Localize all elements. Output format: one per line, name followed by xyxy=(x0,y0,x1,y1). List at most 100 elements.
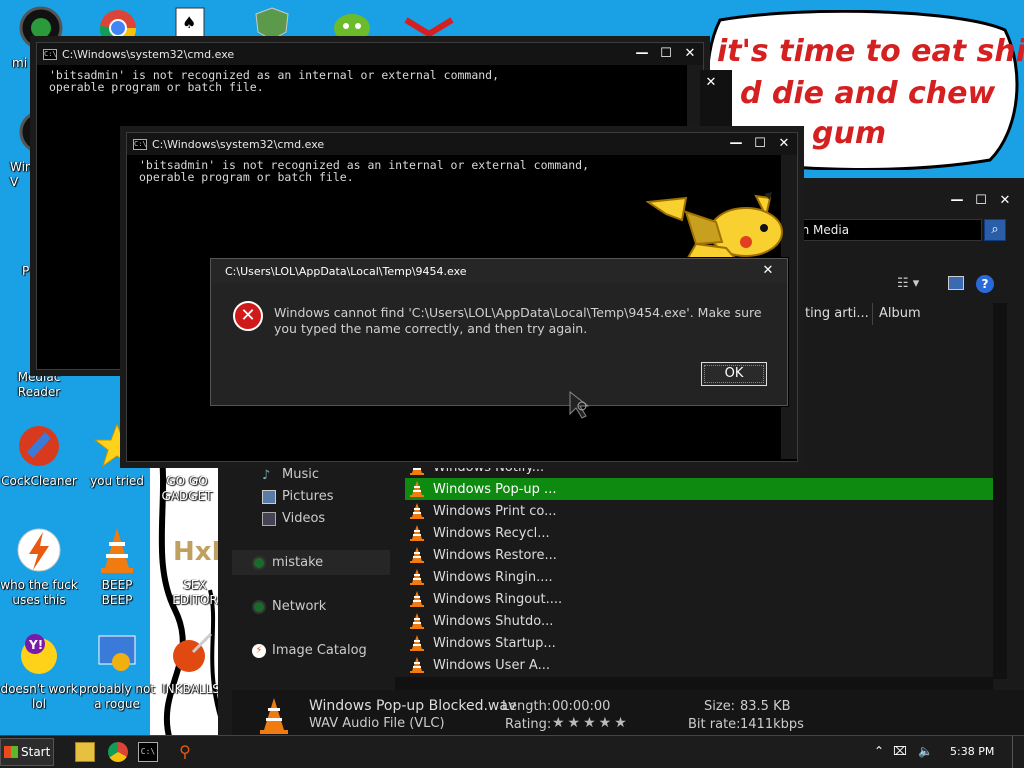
lightning-icon xyxy=(15,526,63,574)
details-pane: Windows Pop-up Blocked.wav WAV Audio Fil… xyxy=(232,690,1024,740)
vlc-cone-icon xyxy=(93,526,141,574)
cmd-titlebar[interactable]: C:\ C:\Windows\system32\cmd.exe xyxy=(37,43,703,65)
error-dialog[interactable]: C:\Users\LOL\AppData\Local\Temp\9454.exe… xyxy=(210,258,788,406)
close-button[interactable]: ✕ xyxy=(700,74,722,92)
file-name: Windows Shutdo... xyxy=(433,613,554,629)
rating-stars[interactable]: ★★★★★ xyxy=(552,715,630,731)
cmd-output: 'bitsadmin' is not recognized as an inte… xyxy=(139,158,590,184)
bubble-text-line2: d die and chew xyxy=(740,76,996,111)
nav-item-pictures[interactable]: Pictures xyxy=(262,489,333,504)
horizontal-scrollbar[interactable] xyxy=(395,677,993,690)
chrome-icon[interactable] xyxy=(108,742,128,762)
file-row[interactable]: Windows Shutdo... xyxy=(405,610,993,632)
file-name: Windows Ringin.... xyxy=(433,569,553,585)
maximize-button[interactable]: ☐ xyxy=(655,45,677,63)
desktop-icon-rogue[interactable]: probably not a rogue xyxy=(78,630,156,712)
desktop-icon-cockcleaner[interactable]: CockCleaner xyxy=(0,422,78,489)
cursor-icon xyxy=(569,390,590,419)
search-button[interactable]: ⌕ xyxy=(984,219,1006,241)
svg-text:♠: ♠ xyxy=(182,13,196,32)
file-row[interactable]: Windows Recycl... xyxy=(405,522,993,544)
desktop-icon-who-uses[interactable]: who the fuck uses this xyxy=(0,526,78,608)
maximize-button[interactable]: ☐ xyxy=(970,192,992,210)
file-name: Windows Print co... xyxy=(433,503,557,519)
nav-item-network[interactable]: Network xyxy=(252,599,326,614)
solitaire-icon[interactable]: ♠ xyxy=(172,6,208,43)
details-length: 00:00:00 xyxy=(552,699,611,714)
cmd-icon: C:\ xyxy=(133,138,147,150)
nav-item-image-catalog[interactable]: ⚡ Image Catalog xyxy=(252,643,367,658)
preview-pane-icon[interactable] xyxy=(948,276,964,290)
file-row[interactable]: Windows User A... xyxy=(405,654,993,676)
red-app-icon[interactable] xyxy=(404,6,454,43)
help-icon[interactable]: ? xyxy=(976,275,994,293)
file-row[interactable]: Windows Ringin.... xyxy=(405,566,993,588)
column-header-album[interactable]: Album xyxy=(872,303,992,325)
search-input[interactable]: ch Media xyxy=(790,219,982,241)
error-message: Windows cannot find 'C:\Users\LOL\AppDat… xyxy=(274,305,762,336)
file-row[interactable]: Windows Pop-up ... xyxy=(405,478,993,500)
vlc-cone-icon xyxy=(260,698,288,734)
ccleaner-icon xyxy=(15,422,63,470)
minimize-button[interactable]: — xyxy=(725,135,747,153)
gears-icon xyxy=(93,630,141,678)
dialog-titlebar[interactable]: C:\Users\LOL\AppData\Local\Temp\9454.exe xyxy=(211,259,787,283)
maximize-button[interactable]: ☐ xyxy=(749,135,771,153)
nav-item-music[interactable]: ♪ Music xyxy=(262,467,319,483)
ok-button[interactable]: OK xyxy=(701,362,767,386)
cmd-output: 'bitsadmin' is not recognized as an inte… xyxy=(49,68,500,94)
start-button[interactable]: Start xyxy=(0,738,54,766)
vlc-cone-icon xyxy=(410,547,424,563)
file-row[interactable]: Windows Restore... xyxy=(405,544,993,566)
show-desktop-button[interactable] xyxy=(1012,736,1024,768)
network-tray-icon[interactable]: ⌧ xyxy=(893,744,907,758)
desktop-icon-label: you tried xyxy=(90,474,144,488)
details-size: 83.5 KB xyxy=(740,699,791,714)
minimize-button[interactable]: — xyxy=(946,192,968,210)
file-row[interactable]: Windows Print co... xyxy=(405,500,993,522)
minimize-button[interactable]: — xyxy=(631,45,653,63)
nav-item-videos[interactable]: Videos xyxy=(262,511,325,526)
folder-icon[interactable] xyxy=(75,742,95,762)
show-hidden-icons[interactable]: ⌃ xyxy=(874,744,884,758)
file-row[interactable]: Windows Startup... xyxy=(405,632,993,654)
desktop-icon-yahoo[interactable]: Y! doesn't work lol xyxy=(0,630,78,712)
close-button[interactable]: ✕ xyxy=(757,262,779,280)
network-icon xyxy=(252,599,266,614)
file-name: Windows Startup... xyxy=(433,635,556,651)
details-rating-label: Rating: xyxy=(505,717,552,732)
pictures-icon xyxy=(262,489,276,504)
cmd-titlebar[interactable]: C:\ C:\Windows\system32\cmd.exe xyxy=(127,133,797,155)
desktop-icon-label: BEEP BEEP xyxy=(101,578,133,607)
window-controls: — ☐ ✕ xyxy=(946,192,1016,210)
clock[interactable]: 5:38 PM xyxy=(950,745,994,758)
close-button[interactable]: ✕ xyxy=(994,192,1016,210)
nav-item-mistake[interactable]: mistake xyxy=(252,555,323,570)
details-filename: Windows Pop-up Blocked.wav xyxy=(309,698,517,714)
yahoo-messenger-icon: Y! xyxy=(15,630,63,678)
volume-icon[interactable]: 🔈 xyxy=(918,744,933,758)
cmd-taskbar-icon[interactable]: C:\ xyxy=(138,742,158,762)
angry-bird-icon[interactable] xyxy=(330,6,374,43)
search-taskbar-icon[interactable]: ⚲ xyxy=(175,742,195,762)
dialog-title: C:\Users\LOL\AppData\Local\Temp\9454.exe xyxy=(225,264,467,278)
bubble-text-line3: gum xyxy=(812,116,887,151)
details-filetype: WAV Audio File (VLC) xyxy=(309,716,445,731)
details-length-label: Length: xyxy=(502,699,552,714)
taskbar: Start C:\ ⚲ ⌃ ⌧ 🔈 5:38 PM xyxy=(0,735,1024,768)
close-button[interactable]: ✕ xyxy=(679,45,701,63)
svg-text:HxD: HxD xyxy=(173,537,219,567)
music-icon: ♪ xyxy=(262,467,271,483)
shield-icon[interactable] xyxy=(252,6,292,43)
desktop-icon-beep[interactable]: BEEP BEEP xyxy=(78,526,156,608)
views-button[interactable]: ☷ ▾ xyxy=(897,276,919,291)
close-button[interactable]: ✕ xyxy=(773,135,795,153)
file-list-scrollbar[interactable] xyxy=(993,303,1007,679)
column-header-rating[interactable]: ating arti... xyxy=(790,303,870,325)
file-row[interactable]: Windows Ringout.... xyxy=(405,588,993,610)
bubble-text-line1: it's time to eat shit xyxy=(717,34,1024,69)
details-size-label: Size: xyxy=(704,699,736,714)
cmd-title: C:\Windows\system32\cmd.exe xyxy=(152,137,325,151)
desktop-icon-label: Mediac Reader xyxy=(17,370,61,399)
vlc-cone-icon xyxy=(410,503,424,519)
